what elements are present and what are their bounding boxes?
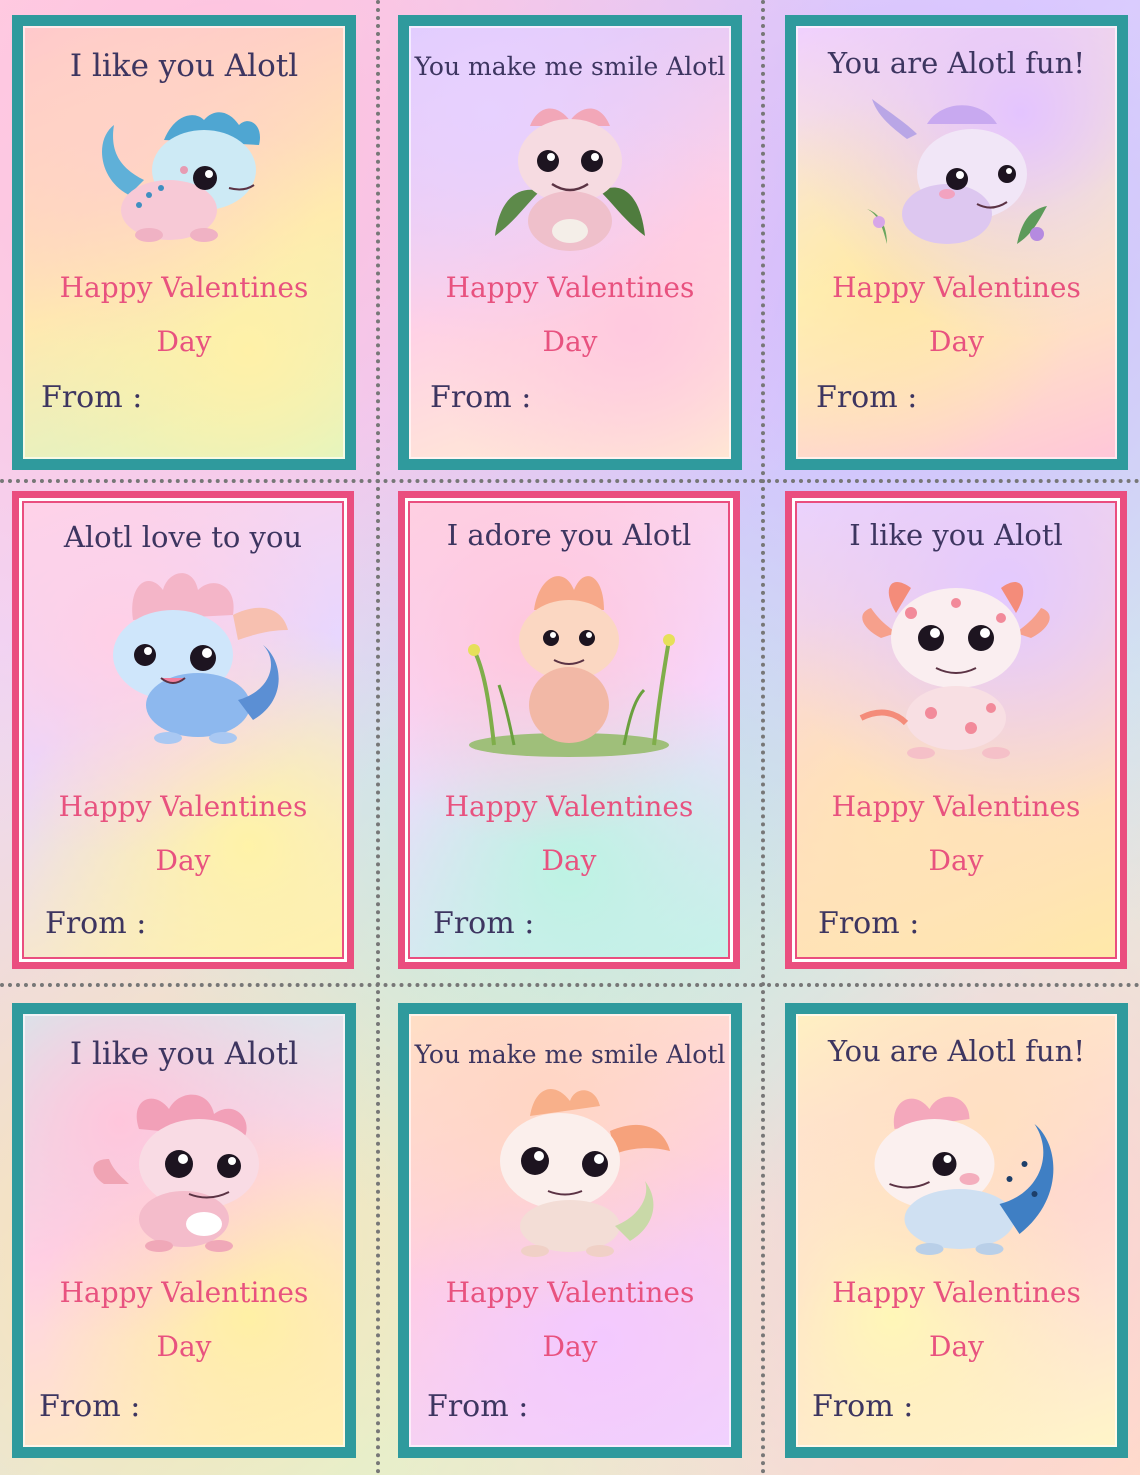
valentine-card-1: I like you Alotl Happy Valentines Day Fr… [12, 15, 356, 470]
card-tagline: I adore you Alotl [446, 518, 692, 552]
greeting-line-1: Happy Valentines [832, 271, 1081, 304]
from-label: From : [816, 380, 918, 415]
greeting-line-1: Happy Valentines [59, 1276, 309, 1309]
greeting-line-1: Happy Valentines [445, 271, 695, 304]
blue-axolotl-icon [89, 100, 279, 250]
valentine-card-8: You make me smile Alotl Happy Valentines… [398, 1003, 742, 1458]
greeting-line-2: Day [929, 1330, 984, 1363]
greeting-line-2: Day [156, 325, 212, 358]
card-tagline: Alotl love to you [63, 520, 303, 554]
greeting-line-2: Day [541, 844, 597, 877]
card-tagline: You are Alotl fun! [827, 46, 1086, 80]
valentine-card-5: I adore you Alotl Happy Valentines Day F… [398, 491, 740, 969]
from-label: From : [427, 1389, 529, 1424]
from-label: From : [45, 906, 147, 941]
cut-line-vertical-left [376, 0, 380, 1475]
white-axolotl-orange-gills-icon [460, 1076, 680, 1261]
peach-axolotl-grass-icon [454, 560, 684, 760]
card-tagline: I like you Alotl [69, 48, 299, 84]
greeting-line-1: Happy Valentines [445, 1276, 695, 1309]
valentine-card-6: I like you Alotl Happy Valentines Day Fr… [785, 491, 1127, 969]
greeting-line-1: Happy Valentines [59, 271, 309, 304]
cut-line-horizontal-top [0, 479, 1140, 483]
spotted-axolotl-icon [851, 568, 1061, 763]
lavender-axolotl-flowers-icon [857, 94, 1057, 259]
cut-line-horizontal-bottom [0, 983, 1140, 987]
valentine-card-4: Alotl love to you Happy Valentines Day F… [12, 491, 354, 969]
valentine-card-9: You are Alotl fun! Happy Valentines Day … [785, 1003, 1128, 1458]
greeting-line-1: Happy Valentines [444, 790, 694, 823]
card-tagline: I like you Alotl [849, 518, 1063, 552]
cut-line-vertical-right [761, 0, 765, 1475]
valentine-card-3: You are Alotl fun! Happy Valentines Day … [785, 15, 1128, 470]
from-label: From : [812, 1389, 914, 1424]
valentine-card-2: You make me smile Alotl Happy Valentines… [398, 15, 742, 470]
from-label: From : [41, 380, 143, 415]
card-tagline: I like you Alotl [69, 1036, 299, 1072]
greeting-line-2: Day [542, 1330, 598, 1363]
card-tagline: You are Alotl fun! [827, 1034, 1086, 1068]
greeting-line-1: Happy Valentines [831, 790, 1081, 823]
greeting-line-2: Day [156, 1330, 212, 1363]
from-label: From : [818, 906, 920, 941]
card-tagline: You make me smile Alotl [414, 52, 726, 81]
from-label: From : [39, 1389, 141, 1424]
from-label: From : [430, 380, 532, 415]
card-tagline: You make me smile Alotl [414, 1040, 726, 1069]
pink-axolotl-leaves-icon [470, 96, 670, 256]
pink-axolotl-icon [84, 1084, 284, 1254]
greeting-line-2: Day [928, 844, 984, 877]
greeting-line-2: Day [542, 325, 598, 358]
valentine-card-7: I like you Alotl Happy Valentines Day Fr… [12, 1003, 356, 1458]
greeting-line-1: Happy Valentines [58, 790, 308, 823]
greeting-line-2: Day [155, 844, 211, 877]
blue-spiky-axolotl-icon [73, 560, 293, 755]
from-label: From : [433, 906, 535, 941]
greeting-line-1: Happy Valentines [832, 1276, 1081, 1309]
white-axolotl-blue-tail-icon [849, 1084, 1064, 1259]
greeting-line-2: Day [929, 325, 984, 358]
